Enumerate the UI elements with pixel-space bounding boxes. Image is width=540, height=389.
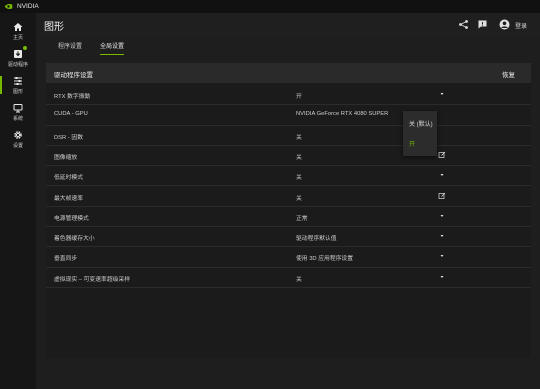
setting-name: 图像缩放 [54, 154, 78, 161]
tab-program-settings[interactable]: 程序设置 [58, 41, 82, 54]
chevron-down-icon[interactable] [438, 212, 446, 220]
setting-row[interactable]: CUDA - GPU NVIDIA GeForce RTX 4080 SUPER [46, 105, 531, 126]
setting-name: RTX 数字振動 [54, 94, 91, 100]
setting-value[interactable]: 关 [296, 152, 302, 161]
driver-download-icon [14, 49, 22, 58]
setting-name: DSR - 因数 [54, 134, 83, 141]
restore-button[interactable]: 恢复 [502, 69, 515, 79]
driver-settings-panel: 驱动程序设置 恢复 RTX 数字振動 开 CUDA - GPU NVIDIA G… [46, 63, 531, 358]
title-bar: NVIDIA [0, 0, 540, 13]
setting-row[interactable]: DSR - 因数 关 [46, 126, 531, 146]
setting-value[interactable]: NVIDIA GeForce RTX 4080 SUPER [296, 111, 388, 117]
sidebar: 主页 驱动程序 图形 系统 设置 [0, 13, 36, 389]
user-avatar-icon[interactable] [499, 19, 510, 30]
edit-icon[interactable] [438, 151, 446, 159]
tab-bar: 程序设置 全局设置 [36, 37, 540, 57]
setting-value[interactable]: 驱动程序默认值 [296, 233, 337, 242]
dropdown-menu: 关 (默认) 开 [403, 111, 437, 156]
sidebar-item-label: 驱动程序 [7, 61, 28, 68]
sidebar-item-drivers[interactable]: 驱动程序 [0, 43, 36, 73]
update-badge [23, 46, 27, 50]
setting-value[interactable]: 关 [296, 274, 302, 283]
chevron-down-icon[interactable] [438, 252, 446, 260]
setting-row[interactable]: 低延时模式 关 [46, 166, 531, 187]
setting-name: 虚拟现实 – 可变速率超级采样 [54, 276, 131, 283]
dropdown-option-on[interactable]: 开 [409, 139, 415, 148]
setting-value[interactable]: 使用 3D 应用程序设置 [296, 253, 353, 262]
sidebar-item-system[interactable]: 系统 [0, 97, 36, 127]
setting-value[interactable]: 关 [296, 172, 302, 181]
setting-row[interactable]: 图像缩放 关 [46, 146, 531, 167]
setting-row[interactable]: 虚拟现实 – 可变速率超级采样 关 [46, 268, 531, 288]
sidebar-item-label: 主页 [12, 34, 23, 41]
page-title: 图形 [44, 22, 64, 33]
login-link[interactable]: 登录 [515, 21, 527, 30]
nvidia-logo-icon [4, 4, 13, 9]
sliders-icon [14, 76, 22, 85]
setting-name: CUDA - GPU [54, 111, 88, 118]
chevron-down-icon[interactable] [438, 232, 446, 240]
edit-icon[interactable] [438, 192, 446, 200]
dropdown-option-off[interactable]: 关 (默认) [409, 119, 433, 128]
setting-value[interactable]: 关 [296, 132, 302, 141]
header: 图形 登录 [36, 13, 540, 37]
setting-value[interactable]: 正常 [296, 213, 308, 222]
tab-global-settings[interactable]: 全局设置 [100, 41, 125, 55]
home-icon [13, 22, 23, 31]
chevron-down-icon[interactable] [438, 273, 446, 281]
sidebar-item-graphics[interactable]: 图形 [0, 70, 36, 100]
setting-name: 着色器缓存大小 [54, 236, 95, 243]
chevron-down-icon[interactable] [438, 90, 446, 98]
system-monitor-icon [13, 103, 23, 112]
sidebar-item-label: 图形 [12, 88, 23, 95]
sidebar-item-home[interactable]: 主页 [0, 16, 36, 46]
setting-row[interactable]: 着色器缓存大小 驱动程序默认值 [46, 227, 531, 248]
setting-name: 最大帧速率 [54, 195, 83, 202]
sidebar-item-label: 设置 [12, 142, 23, 149]
setting-value[interactable]: 关 [296, 193, 302, 202]
chevron-down-icon[interactable] [438, 171, 446, 179]
setting-name: 电源管理模式 [54, 215, 89, 222]
share-icon[interactable] [458, 19, 469, 30]
setting-value[interactable]: 开 [296, 91, 302, 100]
setting-name: 垂直同步 [54, 256, 78, 263]
setting-row[interactable]: RTX 数字振動 开 [46, 85, 531, 106]
panel-header: 驱动程序设置 恢复 [46, 63, 531, 83]
setting-row[interactable]: 垂直同步 使用 3D 应用程序设置 [46, 247, 531, 268]
app-title: NVIDIA [17, 3, 39, 10]
setting-row[interactable]: 电源管理模式 正常 [46, 207, 531, 228]
setting-row[interactable]: 最大帧速率 关 [46, 187, 531, 207]
feedback-icon[interactable] [477, 19, 488, 30]
panel-title: 驱动程序设置 [54, 72, 93, 79]
sidebar-item-label: 系统 [12, 115, 23, 122]
gear-icon [14, 130, 22, 139]
sidebar-item-settings[interactable]: 设置 [0, 124, 36, 154]
setting-name: 低延时模式 [54, 175, 83, 182]
